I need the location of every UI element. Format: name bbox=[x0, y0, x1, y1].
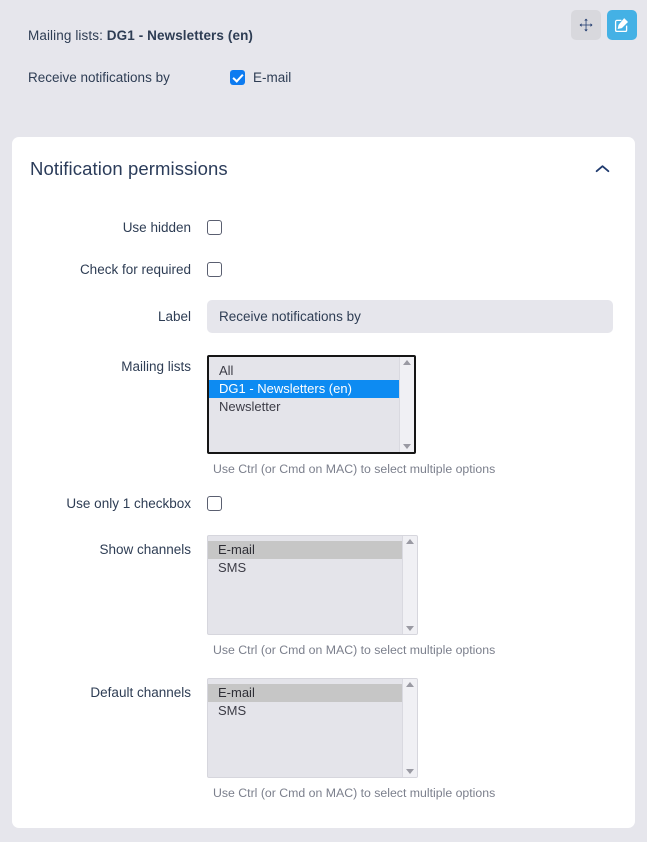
settings-form: Use hidden Check for required Label Rece… bbox=[12, 220, 635, 800]
check-for-required-label: Check for required bbox=[79, 262, 191, 278]
default-channels-label: Default channels bbox=[90, 684, 191, 700]
field-row-mailing-lists: Mailing lists All DG1 - Newsletters (en)… bbox=[12, 355, 635, 476]
default-channels-help-text: Use Ctrl (or Cmd on MAC) to select multi… bbox=[213, 785, 496, 800]
collapse-toggle-button[interactable] bbox=[591, 158, 613, 180]
show-channels-scrollbar[interactable] bbox=[402, 535, 417, 634]
show-channels-help-text: Use Ctrl (or Cmd on MAC) to select multi… bbox=[213, 642, 496, 657]
label-input[interactable] bbox=[207, 300, 613, 334]
label-field-label: Label bbox=[157, 308, 191, 324]
show-channels-control: E-mail SMS Use Ctrl (or Cmd on MAC) to s… bbox=[207, 534, 613, 657]
chevron-up-icon bbox=[595, 164, 610, 174]
widget-summary: Mailing lists: DG1 - Newsletters (en) Re… bbox=[0, 0, 647, 85]
email-checkbox[interactable] bbox=[230, 70, 245, 85]
check-for-required-control bbox=[207, 262, 613, 278]
show-channels-options: E-mail SMS bbox=[208, 536, 402, 634]
show-channels-label: Show channels bbox=[99, 541, 191, 557]
mailing-lists-summary-value: DG1 - Newsletters (en) bbox=[106, 28, 254, 43]
scroll-up-arrow-icon[interactable] bbox=[403, 360, 411, 366]
field-row-show-channels: Show channels E-mail SMS Use Ctrl (or Cm… bbox=[12, 534, 635, 657]
list-item[interactable]: All bbox=[209, 362, 399, 380]
field-row-default-channels: Default channels E-mail SMS Use Ctrl (or… bbox=[12, 677, 635, 800]
use-only-1-checkbox-control bbox=[207, 496, 613, 512]
show-channels-select[interactable]: E-mail SMS bbox=[207, 534, 418, 635]
mailing-lists-summary: Mailing lists: DG1 - Newsletters (en) bbox=[28, 28, 627, 43]
mailing-lists-select[interactable]: All DG1 - Newsletters (en) Newsletter bbox=[207, 355, 416, 455]
widget-settings-page: Mailing lists: DG1 - Newsletters (en) Re… bbox=[0, 0, 647, 842]
default-channels-control: E-mail SMS Use Ctrl (or Cmd on MAC) to s… bbox=[207, 677, 613, 800]
field-row-use-hidden: Use hidden bbox=[12, 220, 635, 236]
use-hidden-control bbox=[207, 220, 613, 235]
receive-notifications-email-option[interactable]: E-mail bbox=[230, 70, 291, 85]
scroll-up-arrow-icon[interactable] bbox=[406, 538, 414, 544]
field-row-label: Label bbox=[12, 300, 635, 334]
field-row-use-only-1-checkbox: Use only 1 checkbox bbox=[12, 496, 635, 512]
mailing-lists-scrollbar[interactable] bbox=[399, 357, 414, 453]
mailing-lists-summary-label: Mailing lists: bbox=[28, 28, 103, 43]
use-hidden-checkbox[interactable] bbox=[207, 220, 222, 235]
list-item[interactable]: Newsletter bbox=[209, 398, 399, 416]
label-field-control bbox=[207, 300, 613, 334]
mailing-lists-options: All DG1 - Newsletters (en) Newsletter bbox=[209, 357, 399, 452]
default-channels-options: E-mail SMS bbox=[208, 679, 402, 777]
use-only-1-checkbox-label: Use only 1 checkbox bbox=[66, 496, 191, 512]
email-checkbox-label: E-mail bbox=[253, 70, 292, 85]
use-only-1-checkbox[interactable] bbox=[207, 496, 222, 512]
mailing-lists-help-text: Use Ctrl (or Cmd on MAC) to select multi… bbox=[213, 462, 496, 477]
list-item[interactable]: E-mail bbox=[208, 683, 402, 702]
list-item[interactable]: SMS bbox=[208, 559, 402, 577]
default-channels-scrollbar[interactable] bbox=[402, 678, 417, 777]
page-title: Notification permissions bbox=[30, 158, 228, 179]
field-row-check-for-required: Check for required bbox=[12, 262, 635, 278]
receive-notifications-row: Receive notifications by E-mail bbox=[28, 70, 627, 85]
scroll-down-arrow-icon[interactable] bbox=[403, 444, 411, 450]
default-channels-select[interactable]: E-mail SMS bbox=[207, 677, 418, 778]
use-hidden-label: Use hidden bbox=[122, 220, 191, 235]
list-item[interactable]: E-mail bbox=[208, 540, 402, 559]
mailing-lists-label: Mailing lists bbox=[121, 359, 191, 375]
check-for-required-checkbox[interactable] bbox=[207, 262, 222, 278]
list-item[interactable]: DG1 - Newsletters (en) bbox=[209, 380, 399, 399]
scroll-up-arrow-icon[interactable] bbox=[406, 681, 414, 687]
scroll-down-arrow-icon[interactable] bbox=[406, 768, 414, 774]
notification-permissions-card: Notification permissions Use hidden Chec bbox=[12, 137, 635, 828]
scroll-down-arrow-icon[interactable] bbox=[406, 625, 414, 631]
mailing-lists-control: All DG1 - Newsletters (en) Newsletter Us… bbox=[207, 355, 613, 476]
receive-notifications-label: Receive notifications by bbox=[28, 70, 170, 85]
list-item[interactable]: SMS bbox=[208, 702, 402, 720]
card-header[interactable]: Notification permissions bbox=[12, 137, 635, 180]
